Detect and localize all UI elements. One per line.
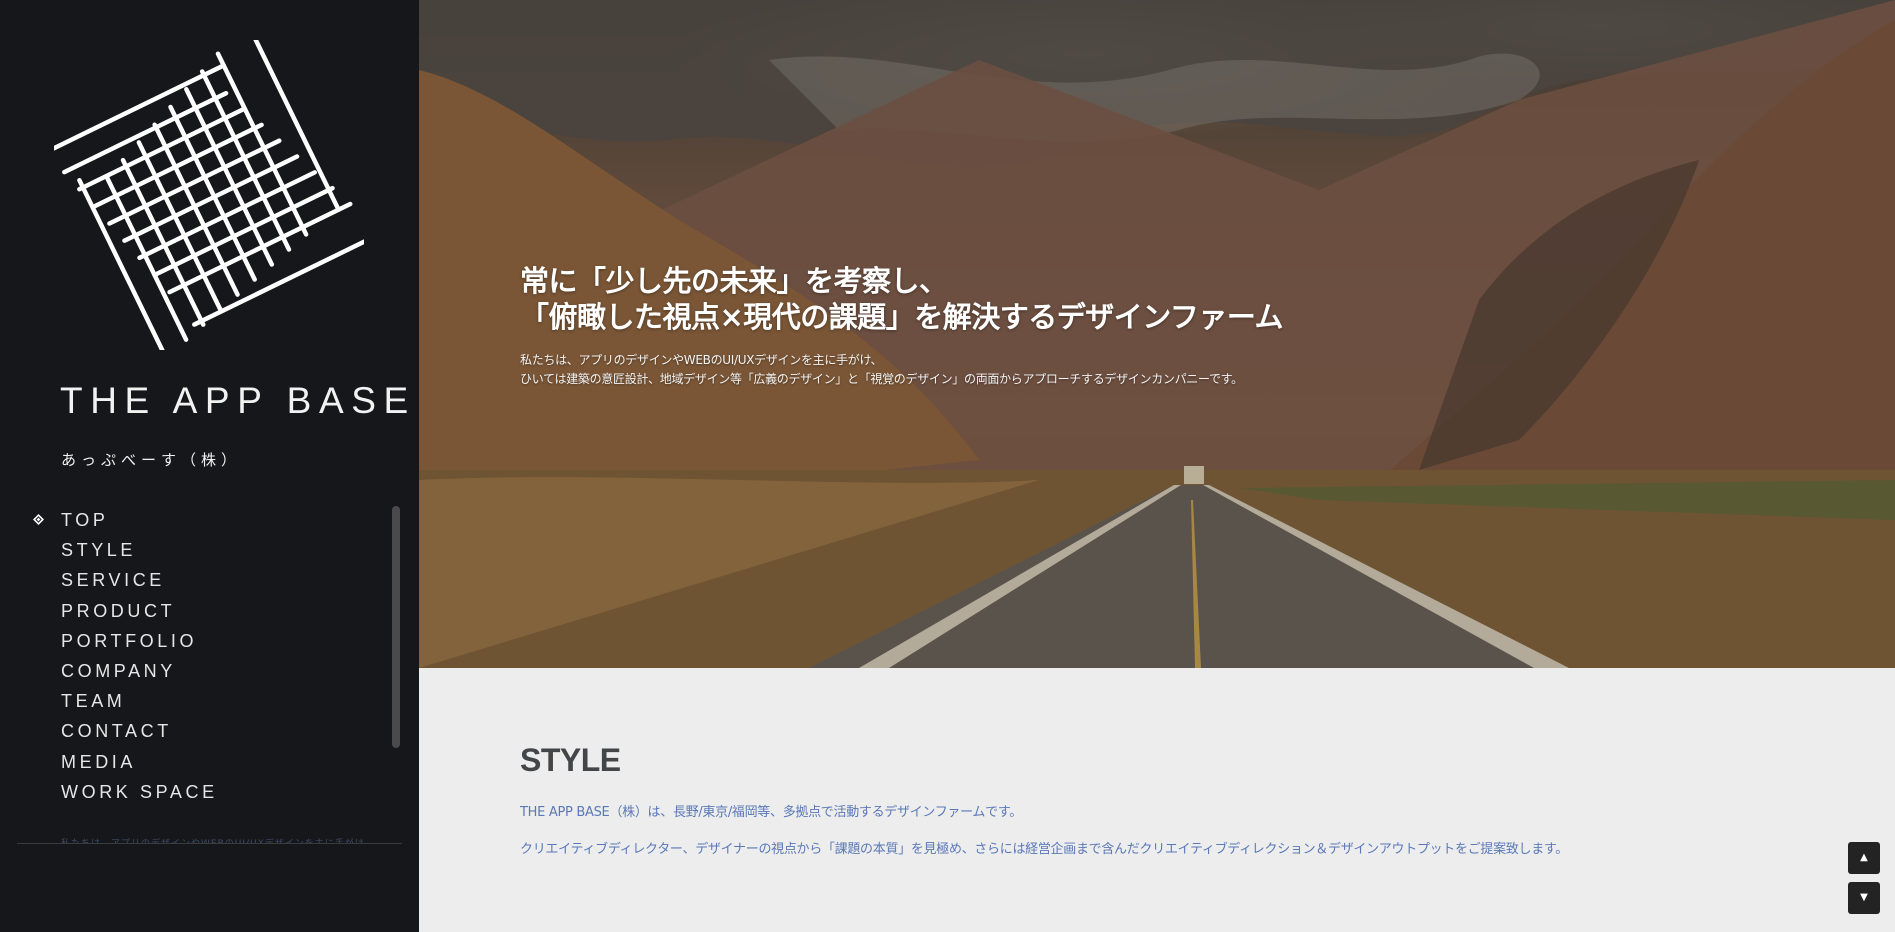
sidebar-scrollbar[interactable] <box>392 506 400 748</box>
hero-headline-line-2: 「俯瞰した視点×現代の課題」を解決するデザインファーム <box>520 300 1284 334</box>
hero-headline-line-1: 常に「少し先の未来」を考察し、 <box>520 264 948 298</box>
nav-item-company[interactable]: COMPANY <box>0 656 380 686</box>
nav-item-style[interactable]: STYLE <box>0 535 380 565</box>
hero-description-line-1: 私たちは、アプリのデザインやWEBのUI/UXデザインを主に手がけ、 <box>520 353 883 367</box>
logo-grid-line <box>215 51 309 237</box>
nav-item-label: TOP <box>61 510 109 530</box>
nav-item-work-space[interactable]: WORK SPACE <box>0 777 380 807</box>
nav-item-team[interactable]: TEAM <box>0 686 380 716</box>
logo-frame-line <box>77 178 165 350</box>
main-nav: TOP STYLE SERVICE PRODUCT PORTFOLIO COMP… <box>0 505 380 807</box>
hero-description-line-2: ひいては建築の意匠設計、地域デザイン等「広義のデザイン」と「視覚のデザイン」の両… <box>520 372 1243 386</box>
nav-item-label: PRODUCT <box>61 600 176 621</box>
nav-item-label: MEDIA <box>61 751 137 772</box>
scroll-down-button[interactable]: ▼ <box>1848 882 1880 914</box>
scroll-up-button[interactable]: ▲ <box>1848 842 1880 874</box>
hero-description: 私たちは、アプリのデザインやWEBのUI/UXデザインを主に手がけ、 ひいては建… <box>520 351 1243 389</box>
triangle-up-icon: ▲ <box>1860 852 1868 863</box>
nav-item-label: SERVICE <box>61 570 165 591</box>
sidebar: THE APP BASE あっぷべーす（株） TOP STYLE SERVICE… <box>0 0 419 932</box>
sidebar-scrollbar-thumb[interactable] <box>392 506 400 748</box>
nav-item-top[interactable]: TOP <box>0 505 380 535</box>
nav-item-label: PORTFOLIO <box>61 630 198 651</box>
diamond-icon <box>33 514 44 525</box>
sidebar-footer-text-clipped: 私たちは、アプリのデザインやWEBのUI/UXデザインを主に手がけ、 <box>61 836 374 843</box>
hero-headline: 常に「少し先の未来」を考察し、 「俯瞰した視点×現代の課題」を解決するデザインフ… <box>520 263 1284 335</box>
hero-banner: 常に「少し先の未来」を考察し、 「俯瞰した視点×現代の課題」を解決するデザインフ… <box>419 0 1895 668</box>
logo-grid-line <box>77 106 247 192</box>
style-section-title: STYLE <box>520 742 621 778</box>
nav-item-product[interactable]: PRODUCT <box>0 596 380 626</box>
nav-item-label: COMPANY <box>61 660 176 681</box>
brand-name: THE APP BASE <box>60 380 416 421</box>
style-paragraph-1: THE APP BASE（株）は、長野/東京/福岡等、多拠点で活動するデザインフ… <box>520 805 1022 820</box>
nav-item-service[interactable]: SERVICE <box>0 565 380 595</box>
nav-item-contact[interactable]: CONTACT <box>0 716 380 746</box>
logo-frame-line <box>192 239 364 327</box>
nav-item-label: WORK SPACE <box>61 781 218 802</box>
nav-item-label: TEAM <box>61 691 126 712</box>
logo-frame-line <box>253 40 341 212</box>
rotated-grid-logo-icon[interactable] <box>54 40 364 350</box>
logo-grid-line <box>167 201 353 295</box>
sidebar-divider <box>17 843 402 844</box>
nav-item-portfolio[interactable]: PORTFOLIO <box>0 626 380 656</box>
nav-item-label: STYLE <box>61 540 137 561</box>
triangle-down-icon: ▼ <box>1860 892 1868 903</box>
style-paragraph-2: クリエイティブディレクター、デザイナーの視点から「課題の本質」を見極め、さらには… <box>520 842 1568 857</box>
brand-name-japanese: あっぷべーす（株） <box>61 451 242 469</box>
nav-item-label: CONTACT <box>61 721 172 742</box>
nav-item-media[interactable]: MEDIA <box>0 747 380 777</box>
